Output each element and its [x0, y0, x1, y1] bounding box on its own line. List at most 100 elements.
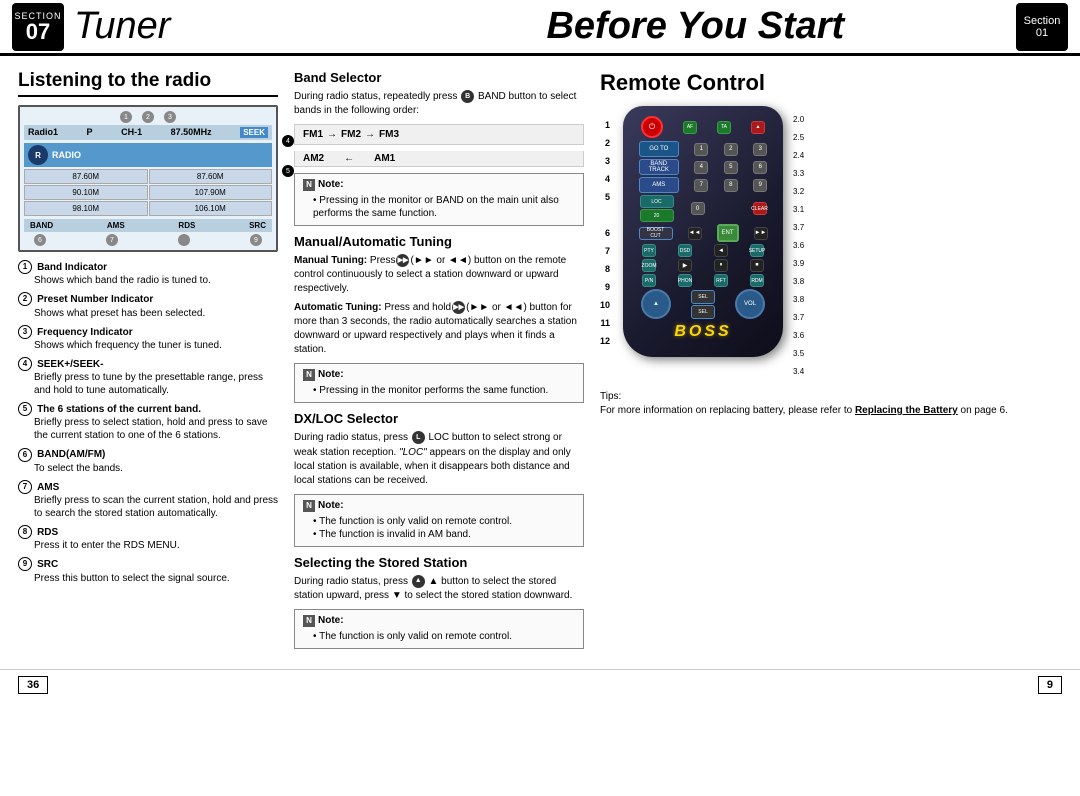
vol2-knob[interactable]: VOL	[735, 289, 765, 319]
play-button[interactable]: ▶	[678, 259, 692, 272]
label-r3: 3	[600, 152, 613, 170]
sel-button[interactable]: SEL	[691, 290, 715, 304]
list-item-6: 6 BAND(AM/FM) To select the bands.	[18, 447, 278, 474]
zoom-row[interactable]: ZOOM ▶ ⏸ ⏹	[631, 259, 775, 272]
remote-right-labels: 2.0 2.5 2.4 3.3 3.2 3.1 3.7 3.6 3.9 3.8 …	[793, 110, 804, 380]
sel2-button[interactable]: SEL	[691, 305, 715, 319]
circle-1[interactable]: 1	[120, 111, 132, 123]
zoom-button[interactable]: ZOOM	[642, 259, 656, 272]
prev-button[interactable]: ◄◄	[688, 227, 702, 240]
num9-button[interactable]: 9	[753, 179, 767, 192]
item-title-9: SRC	[37, 559, 58, 570]
side-label-5: 5	[282, 165, 294, 177]
next-button[interactable]: ►►	[754, 227, 768, 240]
num8-button[interactable]: 8	[724, 179, 738, 192]
ams-button[interactable]: AMS	[639, 177, 679, 193]
label-right-11: 3.8	[793, 290, 804, 308]
item-desc-7: Briefly press to scan the current statio…	[34, 494, 278, 520]
boost-button[interactable]: BOOSTCUT	[639, 227, 673, 240]
note-icon-3: N	[303, 500, 315, 512]
loc2-button[interactable]: 20	[640, 209, 674, 222]
right-column: Remote Control 1 2 3 4 5 6 7 8 9 10 11 1…	[600, 70, 1062, 655]
label-r7: 7	[600, 242, 613, 260]
label-right-6: 3.1	[793, 200, 804, 218]
flow-forward: FM1 → FM2 → FM3	[294, 124, 584, 145]
loc-row[interactable]: LOC 20 0 CLEAR	[631, 195, 775, 222]
num4-button[interactable]: 4	[694, 161, 708, 174]
item-num-2: 2	[18, 292, 32, 306]
item-title-2: Preset Number Indicator	[37, 294, 153, 305]
dxloc-body: During radio status, press L LOC button …	[294, 431, 584, 487]
label-r12: 12	[600, 332, 613, 350]
label-r5: 5	[600, 188, 613, 206]
seek-icon-1: ▶▶	[396, 254, 409, 267]
num2-button[interactable]: 2	[724, 143, 738, 156]
goto-row[interactable]: GO TO 1 2 3	[631, 141, 775, 157]
list-item-4: 4 SEEK+/SEEK- Briefly press to tune by t…	[18, 357, 278, 397]
stop-button[interactable]: ⏹	[750, 259, 764, 272]
phon-button[interactable]: PHON	[678, 274, 692, 287]
band-button[interactable]: BANDTRACK	[639, 159, 679, 175]
num0-button[interactable]: 0	[691, 202, 705, 215]
power-button[interactable]: ⏻	[641, 116, 663, 138]
remote-top-row[interactable]: ⏻ AF TA ▲	[631, 116, 775, 138]
vol-knob[interactable]: ▲	[641, 289, 671, 319]
rdm-button[interactable]: RDM	[750, 274, 764, 287]
radio-display-area: 1 2 3 Radio1 P CH-1 87.50MHz SEEK R	[18, 105, 278, 252]
arrow-2: →	[365, 129, 375, 140]
arrow-1: →	[327, 129, 337, 140]
tips-link[interactable]: Replacing the Battery	[855, 405, 958, 416]
side-label-4: 4	[282, 135, 294, 147]
vol-row[interactable]: ▲ SEL SEL VOL	[631, 289, 775, 319]
radio-bottom-bar: BAND AMS RDS SRC	[24, 219, 272, 232]
header-title-right: Before You Start	[385, 5, 1006, 48]
control-row[interactable]: BOOSTCUT ◄◄ ENT ►►	[631, 224, 775, 242]
num1-button[interactable]: 1	[694, 143, 708, 156]
num3-button[interactable]: 3	[753, 143, 767, 156]
item-desc-2: Shows what preset has been selected.	[34, 307, 278, 320]
label-right-2: 2.5	[793, 128, 804, 146]
af-button[interactable]: AF	[683, 121, 697, 134]
remote-wrapper: 1 2 3 4 5 6 7 8 9 10 11 12 ⏻	[600, 106, 1062, 380]
rft-button[interactable]: RFT	[714, 274, 728, 287]
num6-button[interactable]: 6	[753, 161, 767, 174]
pause-button[interactable]: ⏸	[714, 259, 728, 272]
circle-8[interactable]	[178, 234, 190, 246]
circle-6[interactable]: 6	[34, 234, 46, 246]
sel-col: SEL SEL	[691, 290, 715, 319]
pty-row[interactable]: PTY DSD ◄ SETUP	[631, 244, 775, 257]
note-label-2: NNote:	[303, 369, 575, 381]
dxloc-note: NNote: The function is only valid on rem…	[294, 494, 584, 547]
circle-2[interactable]: 2	[142, 111, 154, 123]
mute-button[interactable]: ▲	[751, 121, 765, 134]
loc-button[interactable]: LOC	[640, 195, 674, 208]
tips-body: For more information on replacing batter…	[600, 405, 855, 416]
num5-button[interactable]: 5	[724, 161, 738, 174]
tips-section: Tips: For more information on replacing …	[600, 390, 1062, 418]
header-title-left: Tuner	[74, 5, 385, 48]
remote-left-labels: 1 2 3 4 5 6 7 8 9 10 11 12	[600, 116, 613, 350]
flow-backward: AM2 ← AM1	[294, 151, 584, 167]
pty-button[interactable]: PTY	[642, 244, 656, 257]
stored-station-title: Selecting the Stored Station	[294, 555, 584, 570]
ams-row[interactable]: AMS 7 8 9	[631, 177, 775, 193]
label-r10: 10	[600, 296, 613, 314]
band-row[interactable]: BANDTRACK 4 5 6	[631, 159, 775, 175]
label-right-5: 3.2	[793, 182, 804, 200]
pn-button[interactable]: P/N	[642, 274, 656, 287]
goto-button[interactable]: GO TO	[639, 141, 679, 157]
rwd-button[interactable]: ◄	[714, 244, 728, 257]
loc-icon: L	[412, 431, 425, 444]
enter-button[interactable]: ENT	[717, 224, 739, 242]
pn-row[interactable]: P/N PHON RFT RDM	[631, 274, 775, 287]
circle-9[interactable]: 9	[250, 234, 262, 246]
dsd-button[interactable]: DSD	[678, 244, 692, 257]
seek-icon-2: ▶▶	[452, 301, 465, 314]
ta-button[interactable]: TA	[717, 121, 731, 134]
num7-button[interactable]: 7	[694, 179, 708, 192]
item-num-9: 9	[18, 557, 32, 571]
clear-button[interactable]: CLEAR	[753, 202, 767, 215]
setup-button[interactable]: SETUP	[750, 244, 764, 257]
circle-3[interactable]: 3	[164, 111, 176, 123]
circle-7[interactable]: 7	[106, 234, 118, 246]
